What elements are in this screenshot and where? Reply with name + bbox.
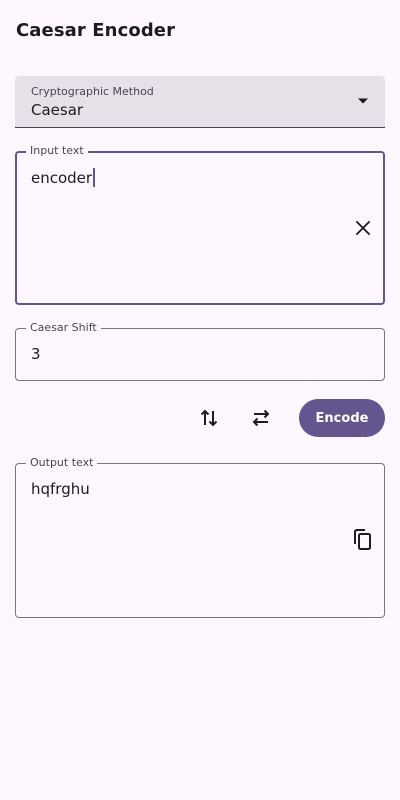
app-title: Caesar Encoder [16, 20, 176, 41]
close-icon [355, 220, 371, 236]
text-caret [93, 168, 95, 187]
dropdown-label: Cryptographic Method [31, 85, 154, 98]
caesar-shift-value[interactable]: 3 [31, 345, 41, 363]
swap-vertical-icon [200, 409, 218, 427]
swap-horizontal-icon [252, 409, 270, 427]
dropdown-selected-value: Caesar [31, 101, 84, 119]
caesar-shift-label: Caesar Shift [26, 321, 101, 335]
encode-button[interactable]: Encode [299, 399, 385, 437]
input-text-label: Input text [26, 144, 88, 158]
input-text-value: encoder [31, 169, 93, 187]
cryptographic-method-dropdown[interactable]: Cryptographic Method Caesar [15, 76, 385, 128]
output-text-value[interactable]: hqfrghu [31, 480, 90, 498]
swap-vertical-button[interactable] [195, 404, 223, 432]
copy-icon [354, 529, 371, 550]
input-text-content[interactable]: encoder [31, 168, 95, 187]
app-screen: Caesar Encoder Cryptographic Method Caes… [0, 0, 400, 800]
output-text-label: Output text [26, 456, 98, 470]
dropdown-arrow-icon [358, 98, 368, 104]
input-text-field[interactable]: Input text encoder [15, 144, 385, 305]
output-text-field[interactable]: Output text hqfrghu [15, 456, 385, 618]
clear-input-button[interactable] [349, 214, 377, 242]
copy-output-button[interactable] [348, 526, 376, 554]
swap-horizontal-button[interactable] [247, 404, 275, 432]
caesar-shift-field[interactable]: Caesar Shift 3 [15, 321, 385, 381]
